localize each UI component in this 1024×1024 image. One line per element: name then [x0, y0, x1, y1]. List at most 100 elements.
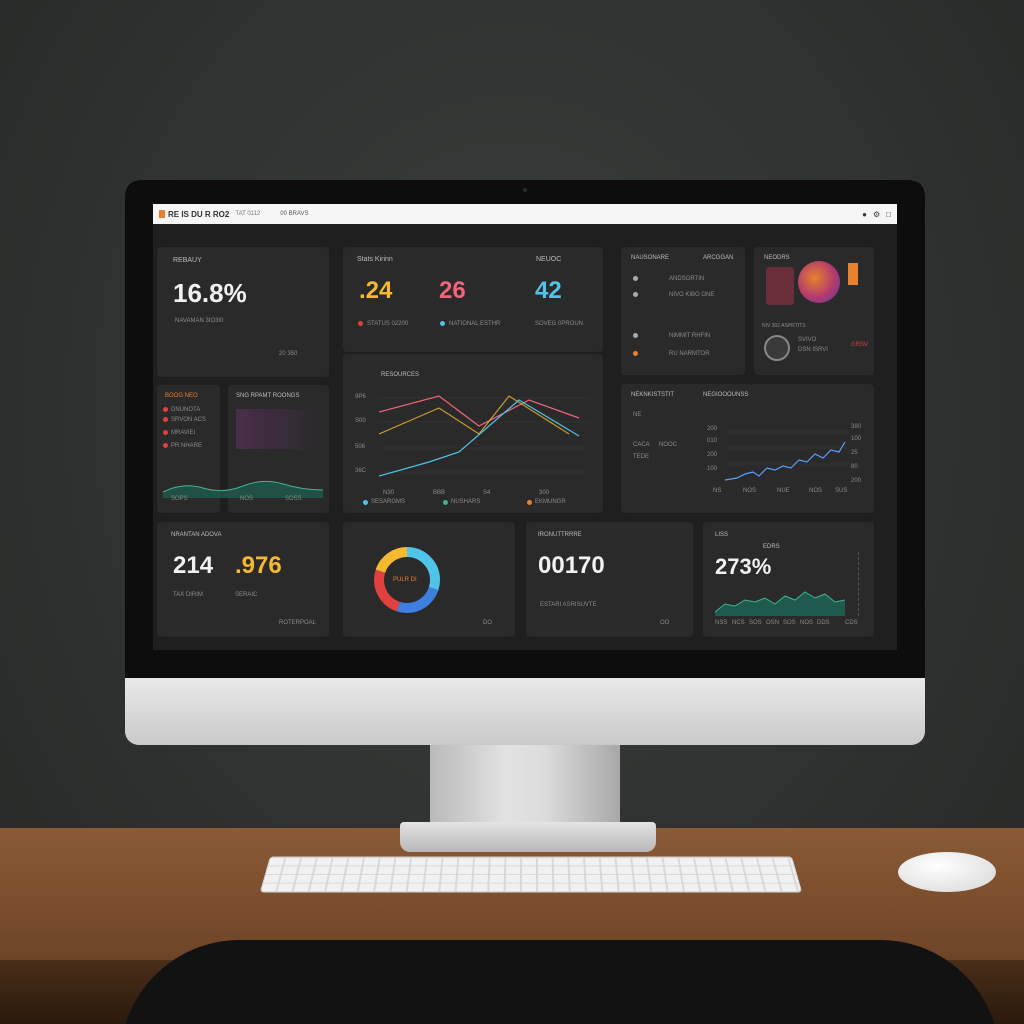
trend-title-right: NEGIOOOUNSS	[703, 392, 749, 398]
kpi-pair-value-1: 214	[173, 552, 214, 579]
top-bar-actions: ● ⚙ □	[862, 210, 891, 219]
trend-yright-2: 100	[851, 436, 862, 442]
media-thumbnail[interactable]	[766, 267, 794, 305]
kpi-main-card[interactable]: REBAUY 16.8% NAVAMAN 3IO3I0 20 350	[157, 247, 329, 377]
keyboard[interactable]	[259, 856, 803, 893]
list-title: NAUSONARE	[631, 255, 670, 261]
list-row-icon	[633, 351, 638, 356]
line-xtick-3: S4	[483, 490, 491, 496]
line-ytick-1: 9P6	[355, 394, 366, 400]
area-plot	[715, 591, 845, 616]
media-sub: NIV 302 ASPRTITS	[762, 323, 806, 329]
kpi-pair-sub-2: SERAIC	[235, 592, 258, 598]
mini-list-dot	[163, 430, 168, 435]
line-xtick-2: BBB	[433, 490, 446, 496]
area-axis	[853, 552, 859, 616]
kpi-pair-label: NRANTAN ADOVA	[171, 532, 222, 538]
counter-value: 00170	[538, 552, 605, 579]
donut-card[interactable]: PULR DI DO	[343, 522, 515, 637]
kpi-pair-card[interactable]: NRANTAN ADOVA 214 .976 TAX DIRIM SERAIC …	[157, 522, 329, 637]
window-icon[interactable]: □	[886, 210, 891, 219]
area-label: LISS	[715, 532, 729, 538]
area-xtick-6: NOS	[800, 620, 814, 626]
donut-foot: DO	[483, 620, 492, 626]
area-xtick-5: SOS	[783, 620, 796, 626]
media-row-1: SVIVO	[798, 337, 817, 343]
mini-chart-title: SNG RPAMT ROONGS	[236, 393, 300, 399]
area-fill	[715, 592, 845, 616]
mini-list-dot	[163, 417, 168, 422]
counter-label: IRONUTTRRRE	[538, 532, 582, 538]
area-xtick-7: DDS	[817, 620, 830, 626]
monitor-stand-base	[400, 822, 656, 852]
camera-icon	[523, 188, 527, 192]
kpi-main-value: 16.8%	[173, 278, 247, 308]
trend-plot	[725, 431, 849, 481]
line-ytick-3: 506	[355, 444, 366, 450]
series-line-yellow	[379, 395, 570, 435]
stats-card[interactable]: Stats Kirinn NEUOC .24 26 42 STATUS 0220…	[343, 247, 603, 352]
list-card[interactable]: NAUSONARE ARCGGAN ANDSORTIN NIVO KIBO ON…	[621, 247, 745, 375]
trend-row-1: NE	[633, 412, 642, 418]
trend-xtick-1: NS	[713, 488, 722, 494]
trend-ytick-4: 100	[707, 466, 718, 472]
trend-xtick-4: NOS	[809, 488, 823, 494]
brand-sub: TAT 0112	[235, 211, 261, 217]
trend-ytick-1: 200	[707, 426, 718, 432]
counter-card[interactable]: IRONUTTRRRE 00170 ESTARI ASRISUVTE OO	[526, 522, 693, 637]
scene: RE IS DU R RO2 TAT 0112 00 BRAVS ● ⚙ □ R…	[0, 0, 1024, 1024]
line-chart-card[interactable]: RESOURCES 9P6 S00 506 36C N30 BBB S4 300…	[343, 354, 603, 513]
legend-dot-3	[527, 500, 532, 505]
kpi-main-sub: NAVAMAN 3IO3I0	[175, 318, 224, 324]
legend-dot-1	[363, 500, 368, 505]
mini-list-row-4[interactable]: PR NHARE	[171, 443, 202, 449]
trend-row-4: NOOC	[659, 442, 677, 448]
stat-value-3: 42	[535, 277, 562, 304]
donut-center-label: PULR DI	[393, 577, 417, 583]
user-icon[interactable]: ●	[862, 210, 867, 219]
mini-chart-area	[236, 409, 322, 449]
area-chart-card[interactable]: LISS EDRS 273% NSS NCS SOS OSN SOS NOS D…	[703, 522, 874, 637]
gear-icon[interactable]: ⚙	[873, 210, 880, 219]
stat-dot-2	[440, 321, 445, 326]
mini-list-row-2[interactable]: SRVON ACS	[171, 417, 206, 423]
brand[interactable]: RE IS DU R RO2	[159, 210, 229, 219]
trend-card[interactable]: NEKNKISTSTIT NEGIOOOUNSS NE CACA TEDE NO…	[621, 384, 874, 513]
media-title: NEODRS	[764, 255, 790, 261]
mini-list-row-1[interactable]: DNUNOTA	[171, 407, 200, 413]
media-row-2: DSN ISRVI	[798, 347, 828, 353]
brand-name: RE IS DU R RO2	[168, 209, 230, 219]
media-card[interactable]: NEODRS NIV 302 ASPRTITS SVIVO DSN ISRVI …	[754, 247, 874, 375]
media-avatar[interactable]	[764, 335, 790, 361]
stat-sub-1: STATUS 02200	[367, 321, 409, 327]
mini-list-row-3[interactable]: MRAVIEI	[171, 430, 195, 436]
top-bar: RE IS DU R RO2 TAT 0112 00 BRAVS ● ⚙ □	[153, 204, 897, 224]
list-row-icon	[633, 292, 638, 297]
list-row-3[interactable]: NIMMIT RHFIN	[669, 333, 710, 339]
area-label-right: EDRS	[763, 544, 780, 550]
area-xtick-4: OSN	[766, 620, 780, 626]
area-xtick-1: NSS	[715, 620, 728, 626]
line-chart-plot	[379, 395, 589, 477]
mouse[interactable]	[898, 852, 996, 892]
trend-ytick-3: 200	[707, 452, 718, 458]
list-row-1[interactable]: ANDSORTIN	[669, 276, 704, 282]
trend-yright-1: 380	[851, 424, 862, 430]
trend-yright-4: 80	[851, 464, 858, 470]
mini-list-dot	[163, 443, 168, 448]
media-row-3: GRSV	[851, 342, 869, 348]
trend-yright-5: 200	[851, 478, 862, 484]
list-row-2[interactable]: NIVO KIBO ONE	[669, 292, 714, 298]
line-ytick-2: S00	[355, 418, 366, 424]
area-xtick-8: CDS	[845, 620, 858, 626]
mini-chart-foot-1: SOPS	[171, 496, 188, 502]
series-line-cyan	[379, 399, 580, 477]
legend-label-2: NUSHARS	[451, 499, 481, 505]
line-xtick-1: N30	[383, 490, 395, 496]
top-menu[interactable]: 00 BRAVS	[280, 211, 308, 217]
stat-value-1: .24	[359, 277, 393, 304]
trend-row-2: CACA	[633, 442, 650, 448]
media-artwork[interactable]	[798, 261, 840, 303]
counter-foot: OO	[660, 620, 670, 626]
list-row-4[interactable]: RU NARMTOR	[669, 351, 710, 357]
